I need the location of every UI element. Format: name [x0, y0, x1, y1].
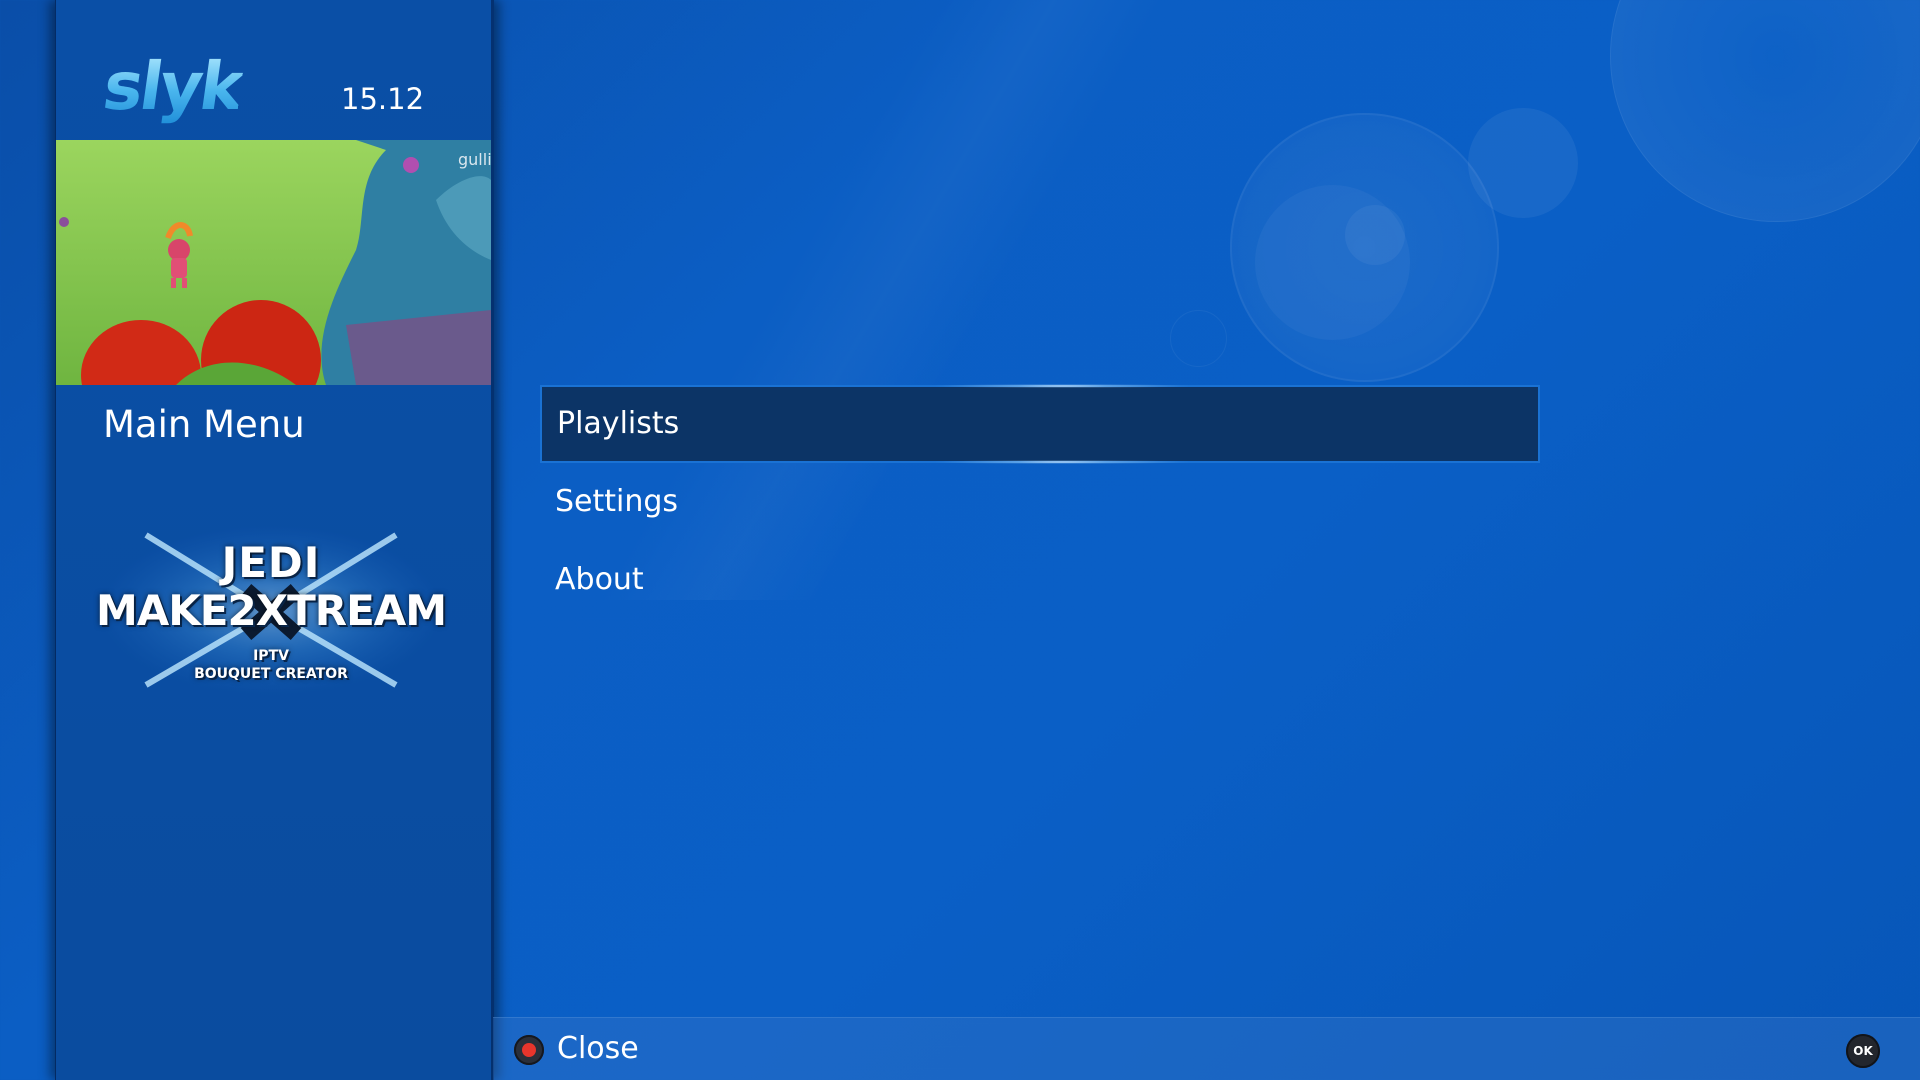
background-bokeh	[1345, 205, 1405, 265]
menu-item-about[interactable]: About	[540, 541, 1540, 619]
skin-logo: slyk	[98, 48, 247, 125]
close-button[interactable]: Close	[557, 1031, 639, 1066]
main-menu-list: Playlists Settings About	[540, 384, 1540, 619]
plugin-logo-line2: MAKE2XTREAM	[95, 586, 447, 635]
background-bokeh	[1468, 108, 1578, 218]
plugin-logo-line1: JEDI	[221, 538, 321, 587]
button-bar: Close OK	[493, 1017, 1920, 1080]
clock: 15.12	[341, 82, 425, 116]
page-title: Main Menu	[103, 403, 305, 446]
menu-item-playlists[interactable]: Playlists	[540, 384, 1540, 464]
channel-logo: gulli	[458, 150, 491, 169]
background-bokeh	[1255, 185, 1410, 340]
background-bokeh	[1610, 0, 1920, 222]
red-key-icon[interactable]	[514, 1035, 544, 1065]
ok-button[interactable]: OK	[1846, 1034, 1880, 1068]
plugin-logo: JEDI MAKE2XTREAM IPTV BOUQUET CREATOR	[86, 520, 456, 700]
plugin-logo-line4: BOUQUET CREATOR	[194, 666, 348, 682]
menu-item-settings[interactable]: Settings	[540, 463, 1540, 541]
background-bokeh	[1230, 113, 1499, 382]
tv-preview: gulli	[56, 140, 491, 385]
background-bokeh	[1170, 310, 1227, 367]
plugin-logo-line3: IPTV	[253, 648, 289, 664]
tv-preview-image: gulli	[56, 140, 491, 385]
side-panel: slyk 15.12 gulli Main Menu JEDI MAKE2XTR…	[55, 0, 494, 1080]
